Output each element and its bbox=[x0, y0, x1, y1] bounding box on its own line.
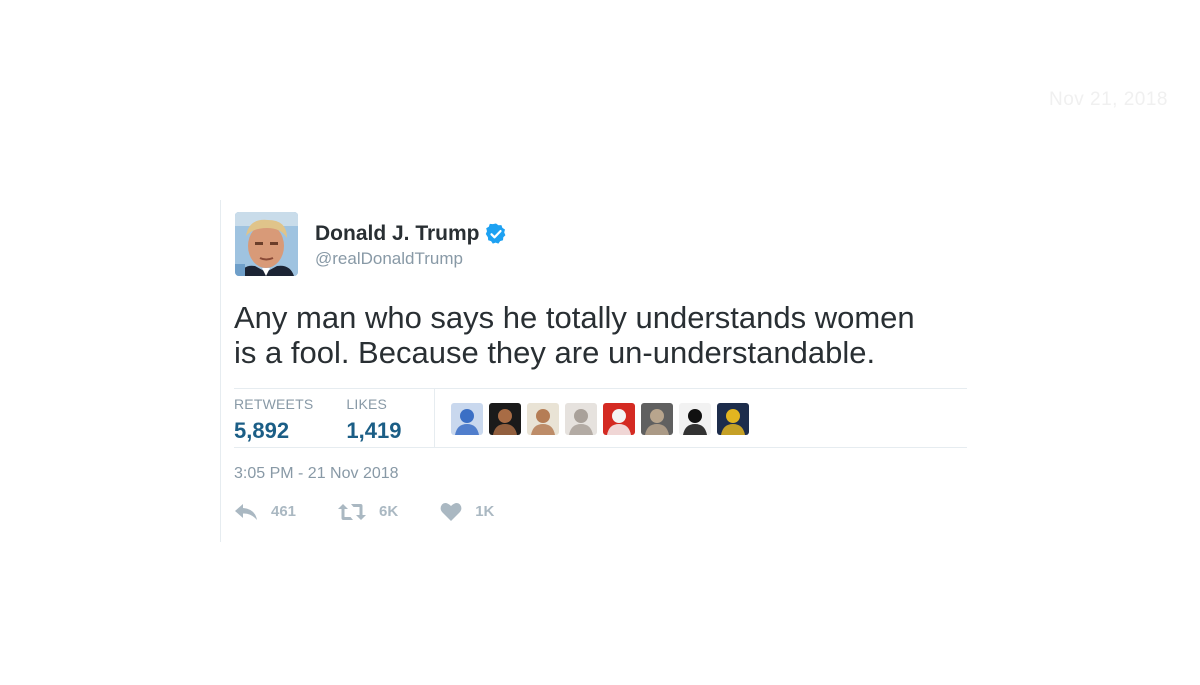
liker-avatar-8[interactable] bbox=[717, 403, 750, 435]
author-handle[interactable]: @realDonaldTrump bbox=[315, 249, 508, 269]
author-avatar[interactable] bbox=[235, 212, 298, 276]
author-display-name[interactable]: Donald J. Trump bbox=[315, 222, 480, 246]
liker-photo-icon bbox=[641, 403, 674, 435]
tweet-stats: RETWEETS 5,892 LIKES 1,419 bbox=[234, 388, 967, 448]
liker-avatar-6[interactable] bbox=[641, 403, 674, 435]
liker-avatar-4[interactable] bbox=[565, 403, 598, 435]
liker-photo-icon bbox=[527, 403, 560, 435]
reply-icon bbox=[235, 503, 257, 520]
liker-avatar-2[interactable] bbox=[489, 403, 522, 435]
retweet-button[interactable]: 6K bbox=[338, 503, 398, 521]
stats-divider bbox=[434, 388, 436, 448]
liker-photo-icon bbox=[679, 403, 712, 435]
tweet-actions: 461 6K 1K bbox=[234, 502, 536, 521]
tweet-card: Donald J. Trump @realDonaldTrump Any man… bbox=[220, 200, 970, 542]
tweet-text-line-1: Any man who says he totally understands … bbox=[234, 300, 915, 335]
reply-count: 461 bbox=[271, 503, 297, 520]
liker-photo-icon bbox=[717, 403, 750, 435]
retweets-label: RETWEETS bbox=[234, 396, 314, 412]
reply-button[interactable]: 461 bbox=[234, 503, 296, 521]
liker-photo-icon bbox=[451, 403, 484, 435]
retweet-count: 6K bbox=[379, 503, 399, 520]
liker-photo-icon bbox=[603, 403, 636, 435]
tweet-text-line-2: is a fool. Because they are un-understan… bbox=[234, 335, 876, 370]
liker-photo-icon bbox=[565, 403, 598, 435]
profile-photo-icon bbox=[235, 212, 298, 276]
liker-photo-icon bbox=[489, 403, 522, 435]
tweet-text: Any man who says he totally understands … bbox=[234, 300, 954, 370]
liker-avatar-1[interactable] bbox=[451, 403, 484, 435]
like-count: 1K bbox=[475, 503, 495, 520]
liker-avatar-7[interactable] bbox=[679, 403, 712, 435]
liker-avatars bbox=[451, 403, 755, 447]
heart-icon bbox=[440, 503, 462, 521]
liker-avatar-3[interactable] bbox=[527, 403, 560, 435]
retweets-value: 5,892 bbox=[234, 418, 290, 443]
watermark-date: Nov 21, 2018 bbox=[1048, 89, 1168, 110]
likes-label: LIKES bbox=[346, 396, 388, 412]
verified-badge-icon bbox=[485, 223, 505, 244]
author-info: Donald J. Trump @realDonaldTrump bbox=[315, 222, 508, 276]
like-button[interactable]: 1K bbox=[440, 502, 494, 521]
liker-avatar-5[interactable] bbox=[603, 403, 636, 435]
page: Nov 21, 2018 Donald J. Trump @realDonald… bbox=[0, 0, 1200, 685]
retweet-icon bbox=[338, 503, 367, 520]
retweets-stat[interactable]: RETWEETS 5,892 bbox=[234, 396, 313, 447]
author-name-row: Donald J. Trump bbox=[315, 222, 508, 246]
likes-stat[interactable]: LIKES 1,419 bbox=[346, 396, 401, 447]
tweet-timestamp[interactable]: 3:05 PM - 21 Nov 2018 bbox=[234, 465, 399, 483]
tweet-header: Donald J. Trump @realDonaldTrump bbox=[235, 212, 508, 276]
likes-value: 1,419 bbox=[346, 418, 402, 443]
